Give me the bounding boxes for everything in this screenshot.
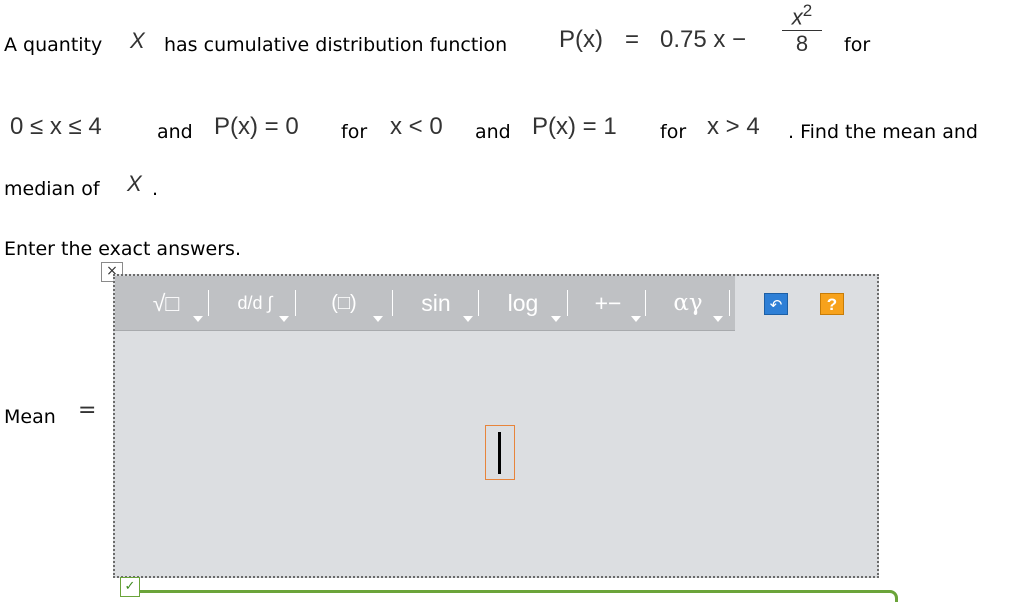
trig-button[interactable]: sin — [397, 276, 475, 330]
text-cursor — [498, 432, 501, 474]
question-text-3a: median of — [4, 178, 100, 200]
question-for-2: for — [341, 121, 368, 143]
math-editor: √□ d/d ∫ (□) sin log +− αγ ↶ ? — [113, 274, 879, 578]
cdf-condition-3: P(x) = 1 — [532, 113, 617, 140]
variable-x: X — [130, 28, 145, 53]
question-text-1a: A quantity — [4, 34, 103, 56]
undo-button[interactable]: ↶ — [764, 293, 788, 315]
mean-label: Mean — [4, 406, 56, 428]
instruction-text: Enter the exact answers. — [4, 238, 241, 260]
toolbar-actions — [735, 276, 877, 330]
question-and-2: and — [475, 121, 511, 143]
question-for-1: for — [844, 34, 871, 56]
log-button[interactable]: log — [483, 276, 563, 330]
question-for-3: for — [660, 121, 687, 143]
greek-button[interactable]: αγ — [651, 276, 725, 330]
calculus-button-label: d/d ∫ — [237, 292, 273, 313]
variable-x-2: X — [127, 171, 142, 196]
trig-button-label: sin — [421, 289, 451, 316]
checkmark-icon[interactable]: ✓ — [120, 577, 140, 597]
radical-button-label: √□ — [152, 289, 180, 316]
math-toolbar: √□ d/d ∫ (□) sin log +− αγ — [115, 276, 735, 331]
parentheses-button-label: (□) — [331, 291, 357, 314]
parentheses-button[interactable]: (□) — [303, 276, 385, 330]
fraction-exponent: 2 — [802, 1, 813, 20]
next-answer-box — [140, 590, 898, 602]
cdf-condition-3-range: x > 4 — [707, 113, 760, 140]
mean-equals: = — [78, 398, 97, 423]
cdf-fraction: x2 8 — [782, 2, 822, 55]
fraction-denominator: 8 — [795, 31, 809, 57]
cdf-rhs: 0.75 x − — [660, 26, 747, 53]
calculus-button[interactable]: d/d ∫ — [219, 276, 291, 330]
cdf-equals: = — [625, 26, 640, 53]
question-text-3-end: . — [152, 178, 159, 200]
question-text-1b: has cumulative distribution function — [164, 34, 508, 56]
cdf-range: 0 ≤ x ≤ 4 — [10, 113, 102, 140]
log-button-label: log — [507, 289, 539, 316]
radical-button[interactable]: √□ — [127, 276, 205, 330]
undo-icon: ↶ — [769, 296, 783, 314]
operators-button-label: +− — [594, 289, 622, 316]
help-icon: ? — [826, 295, 838, 314]
operators-button[interactable]: +− — [573, 276, 643, 330]
fraction-numerator: x — [791, 4, 803, 30]
answer-input[interactable] — [485, 425, 515, 480]
cdf-condition-2-range: x < 0 — [390, 113, 443, 140]
cdf-condition-2: P(x) = 0 — [214, 113, 299, 140]
question-and-1: and — [157, 121, 193, 143]
help-button[interactable]: ? — [820, 293, 844, 315]
greek-button-label: αγ — [673, 290, 703, 316]
cdf-lhs: P(x) — [559, 26, 603, 53]
question-text-2-end: . Find the mean and — [788, 121, 978, 143]
